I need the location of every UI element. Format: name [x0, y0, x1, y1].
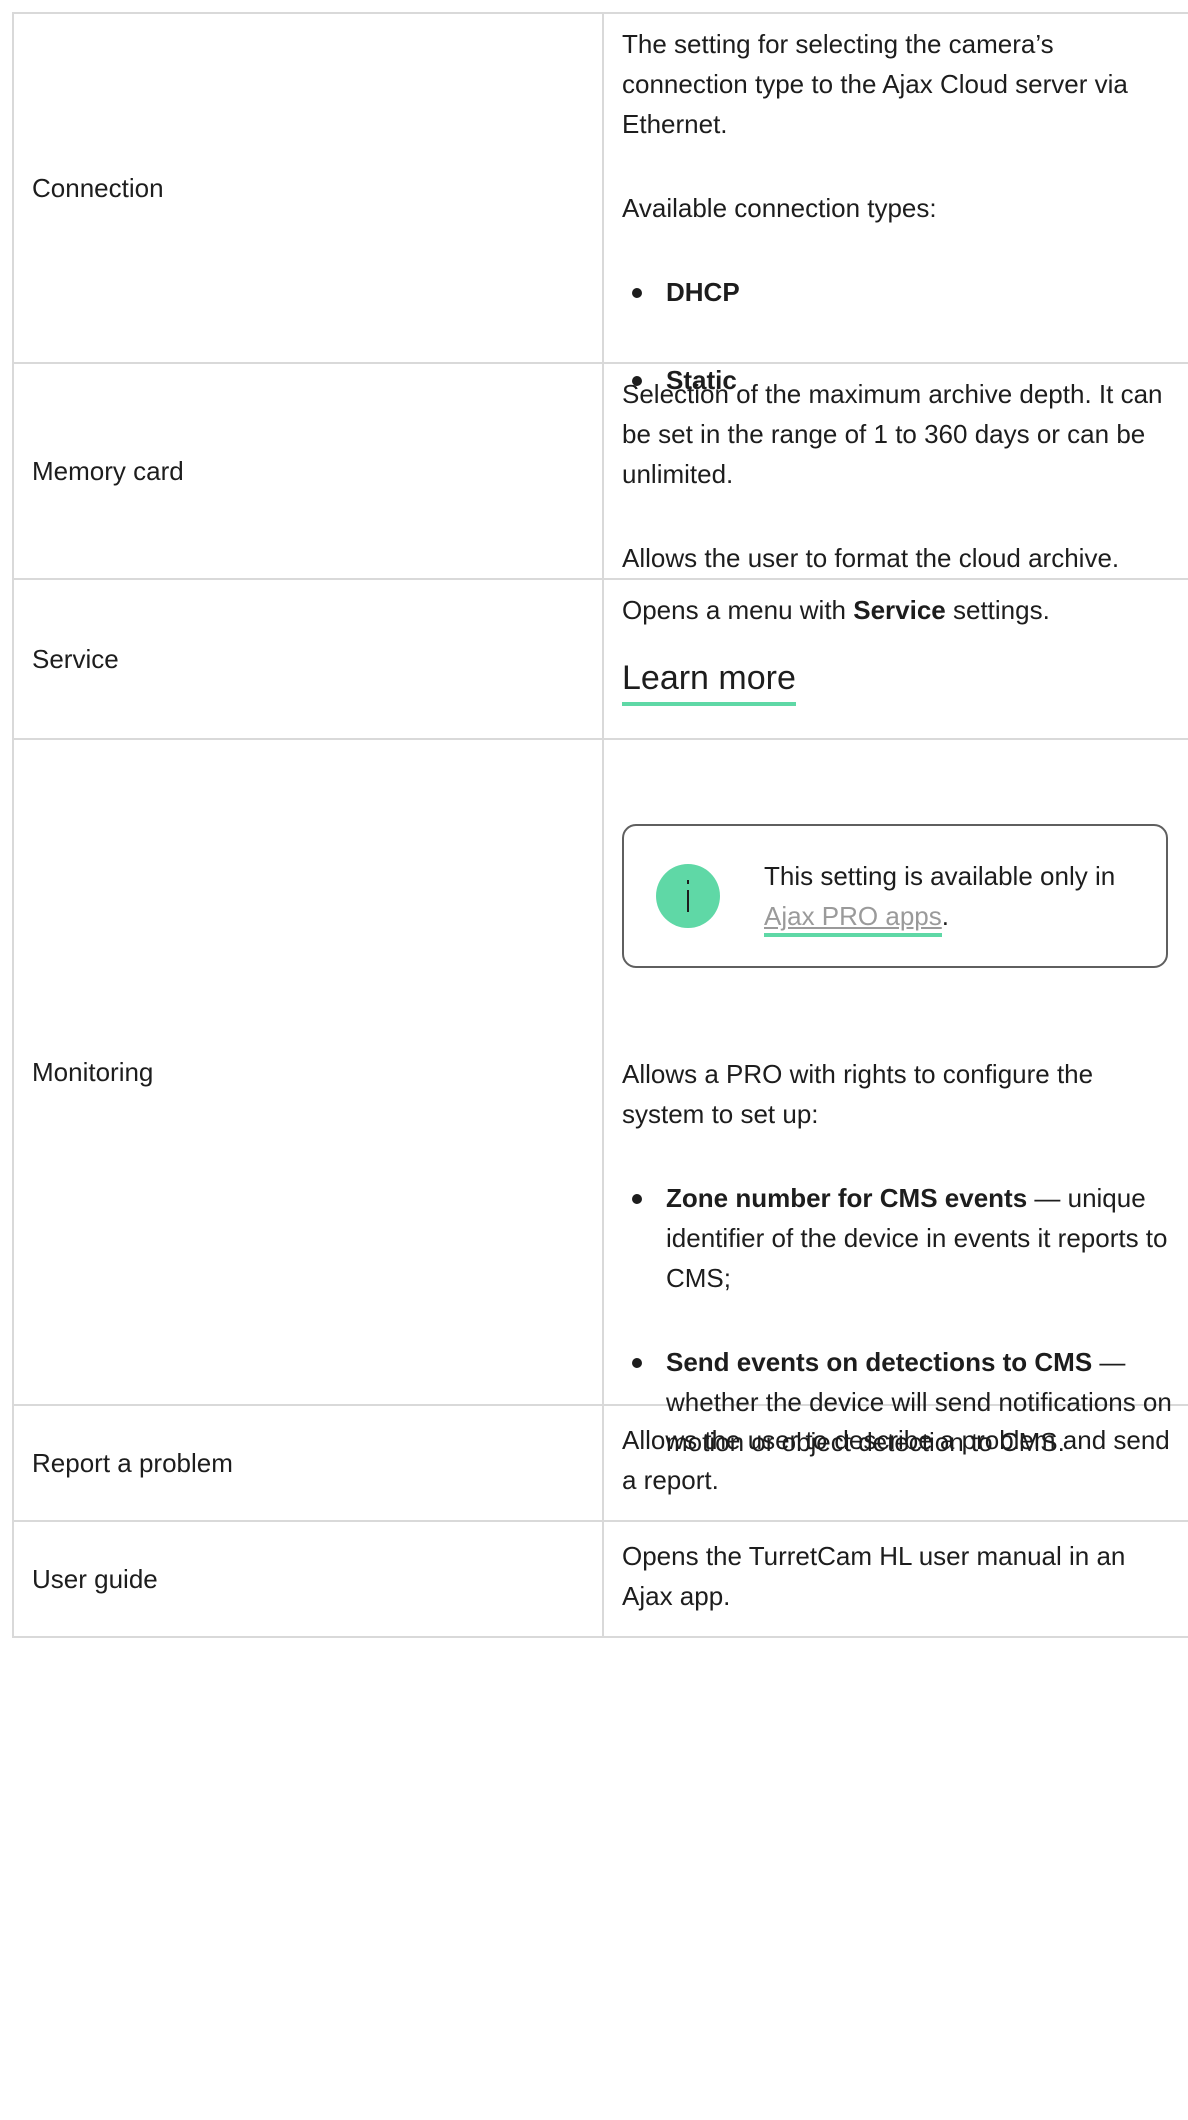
setting-description-cell: The setting for selecting the camera’s c…	[604, 14, 1188, 395]
pro-notice-box: This setting is available only in Ajax P…	[622, 824, 1168, 968]
setting-name: Connection	[32, 173, 164, 203]
setting-description-cell: This setting is available only in Ajax P…	[604, 740, 1188, 1457]
setting-name: Report a problem	[32, 1448, 233, 1478]
description-text: The setting for selecting the camera’s c…	[622, 29, 1128, 139]
list-item: Static	[622, 360, 1178, 400]
ajax-pro-apps-link[interactable]: Ajax PRO apps	[764, 901, 942, 937]
description-text: Available connection types:	[622, 193, 937, 223]
description-text: Allows a PRO with rights to configure th…	[622, 1059, 1094, 1129]
table-row: Service Opens a menu with Service settin…	[12, 580, 1188, 740]
setting-name: Memory card	[32, 456, 184, 486]
setting-name-cell: Connection	[12, 14, 604, 362]
setting-name-cell: Memory card	[12, 364, 604, 578]
setting-name-cell: Service	[12, 580, 604, 738]
setting-name-cell: Monitoring	[12, 740, 604, 1404]
notice-text: This setting is available only in Ajax P…	[764, 856, 1166, 937]
setting-name: User guide	[32, 1564, 158, 1594]
table-row: Connection The setting for selecting the…	[12, 14, 1188, 395]
setting-description-cell: Opens a menu with Service settings. Lear…	[604, 580, 1188, 738]
description-text: Opens the TurretCam HL user manual in an…	[622, 1541, 1126, 1611]
table-row: User guide Opens the TurretCam HL user m…	[12, 1522, 1188, 1638]
list-item: Zone number for CMS events — unique iden…	[622, 1178, 1178, 1298]
setting-name-cell: User guide	[12, 1522, 604, 1636]
setting-name: Monitoring	[32, 1057, 154, 1087]
bullet-list: DHCP Static	[622, 272, 1178, 400]
setting-description-cell: Opens the TurretCam HL user manual in an…	[604, 1522, 1188, 1636]
settings-table: Connection The setting for selecting the…	[12, 12, 1188, 1638]
description-text: Allows the user to format the cloud arch…	[622, 543, 1120, 573]
setting-name-cell: Report a problem	[12, 1406, 604, 1520]
bullet-list: Zone number for CMS events — unique iden…	[622, 1178, 1178, 1462]
setting-name: Service	[32, 644, 119, 674]
table-row: Monitoring This setting is available onl…	[12, 740, 1188, 1457]
list-item: DHCP	[622, 272, 1178, 312]
info-icon	[656, 864, 720, 928]
list-item: Send events on detections to CMS — wheth…	[622, 1342, 1178, 1462]
description-text: Opens a menu with Service settings.	[622, 595, 1050, 625]
learn-more-link[interactable]: Learn more	[622, 656, 796, 706]
